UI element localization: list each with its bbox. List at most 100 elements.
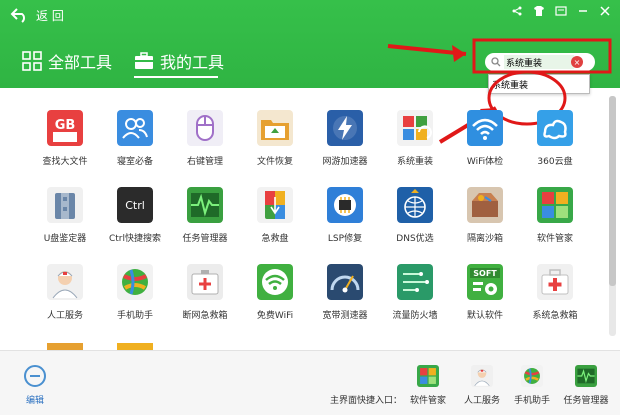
- tool-item[interactable]: 寝室必备: [100, 110, 170, 180]
- back-label: 返 回: [36, 8, 64, 23]
- folder-icon: [257, 110, 293, 146]
- quick-entry-label: 软件管家: [409, 396, 446, 406]
- medkit-icon: [537, 264, 573, 300]
- tool-item[interactable]: 人工服务: [30, 264, 100, 334]
- skin-icon[interactable]: [528, 2, 550, 20]
- tool-item[interactable]: SOFT 默认软件: [450, 264, 520, 334]
- quick-entry-item[interactable]: 手机助手: [502, 365, 562, 406]
- pulse-icon: [575, 365, 597, 387]
- quick-entry-label: 任务管理器: [563, 396, 609, 406]
- search-input[interactable]: [504, 55, 574, 69]
- tool-item[interactable]: 右键管理: [170, 110, 240, 180]
- quick-entry-item[interactable]: 软件管家: [398, 365, 458, 406]
- tool-item[interactable]: 宽带测速器: [310, 264, 380, 334]
- scrollbar[interactable]: [609, 96, 616, 336]
- tool-label: 流量防火墙: [392, 311, 438, 321]
- mouse-icon: [187, 110, 223, 146]
- share-icon[interactable]: [506, 2, 528, 20]
- tool-item[interactable]: 系统急救箱: [520, 264, 590, 334]
- users-icon: [117, 110, 153, 146]
- windows-icon: [397, 110, 433, 146]
- tab-label: 全部工具: [48, 53, 113, 72]
- wifi-icon: [467, 110, 503, 146]
- tool-label: 360云盘: [537, 157, 573, 167]
- doctor-icon: [47, 264, 83, 300]
- ctrl-key-icon: Ctrl: [117, 187, 153, 223]
- tool-item[interactable]: 软件管家: [520, 187, 590, 257]
- lightning-icon: [327, 110, 363, 146]
- tool-label: 断网急救箱: [182, 311, 228, 321]
- tab-all-tools[interactable]: 全部工具: [22, 48, 112, 74]
- window-controls: [506, 2, 616, 20]
- tool-item-partial: [117, 343, 153, 350]
- tool-label: 右键管理: [186, 157, 223, 167]
- tool-item[interactable]: 文件恢复: [240, 110, 310, 180]
- ball-icon: [117, 264, 153, 300]
- app-window: 返 回 全部工具 我的工具 系统重装 × 系统重装 GB 查找大文件 寝室必备 …: [0, 0, 620, 415]
- ball-icon: [521, 365, 543, 387]
- tool-item-partial: [47, 343, 83, 350]
- tool-label: 查找大文件: [42, 157, 88, 167]
- clear-search-icon[interactable]: ×: [571, 56, 583, 68]
- tool-item[interactable]: 任务管理器: [170, 187, 240, 257]
- tool-item[interactable]: 系统重装: [380, 110, 450, 180]
- tool-item[interactable]: 免费WiFi: [240, 264, 310, 334]
- tool-item[interactable]: WiFi体检: [450, 110, 520, 180]
- search-suggestion[interactable]: 系统重装: [488, 74, 590, 94]
- tool-item[interactable]: 360云盘: [520, 110, 590, 180]
- minus-circle-icon: [24, 365, 46, 387]
- cloud-icon: [537, 110, 573, 146]
- doctor-icon: [471, 365, 493, 387]
- active-tab-underline: [134, 76, 218, 78]
- tool-item[interactable]: 急救盘: [240, 187, 310, 257]
- search-box[interactable]: ×: [485, 53, 595, 71]
- tool-label: DNS优选: [396, 234, 434, 244]
- tool-label: 免费WiFi: [256, 311, 294, 321]
- back-button[interactable]: 返 回: [10, 6, 64, 24]
- tool-item[interactable]: 断网急救箱: [170, 264, 240, 334]
- tool-label: 文件恢复: [256, 157, 293, 167]
- globe-icon: [397, 187, 433, 223]
- tab-label: 我的工具: [160, 53, 225, 72]
- grid-icon: [22, 51, 42, 71]
- back-arrow-icon: [10, 8, 25, 23]
- tool-label: 默认软件: [466, 311, 503, 321]
- tool-label: 软件管家: [536, 234, 573, 244]
- soft-icon: SOFT: [467, 264, 503, 300]
- tool-label: 寝室必备: [116, 157, 153, 167]
- tool-item[interactable]: 隔离沙箱: [450, 187, 520, 257]
- usb-check-icon: [47, 187, 83, 223]
- tool-label: 手机助手: [116, 311, 153, 321]
- quick-entry-item[interactable]: 任务管理器: [556, 365, 616, 406]
- tool-item[interactable]: 手机助手: [100, 264, 170, 334]
- apps-icon: [417, 365, 439, 387]
- tool-item[interactable]: GB 查找大文件: [30, 110, 100, 180]
- minimize-icon[interactable]: [572, 2, 594, 20]
- tool-item[interactable]: U盘鉴定器: [30, 187, 100, 257]
- apps-icon: [537, 187, 573, 223]
- tool-item[interactable]: DNS优选: [380, 187, 450, 257]
- tool-item[interactable]: LSP修复: [310, 187, 380, 257]
- quick-entry-label: 主界面快捷入口：: [330, 396, 403, 406]
- tab-my-tools[interactable]: 我的工具: [134, 48, 224, 74]
- tool-item[interactable]: Ctrl Ctrl快捷搜索: [100, 187, 170, 257]
- tool-label: 隔离沙箱: [466, 234, 503, 244]
- edit-button[interactable]: 编辑: [22, 365, 48, 406]
- speed-icon: [327, 264, 363, 300]
- tool-label: 宽带测速器: [322, 311, 368, 321]
- tool-label: 人工服务: [46, 311, 83, 321]
- tool-item[interactable]: 网游加速器: [310, 110, 380, 180]
- scroll-thumb[interactable]: [609, 96, 616, 286]
- menu-icon[interactable]: [550, 2, 572, 20]
- tool-label: 系统急救箱: [532, 311, 578, 321]
- svg-text:GB: GB: [55, 118, 76, 133]
- quick-entry-label: 人工服务: [463, 396, 500, 406]
- bottom-bar: 编辑 主界面快捷入口： 软件管家 人工服务 手机助手 任务管理器: [0, 350, 620, 415]
- tool-item[interactable]: 流量防火墙: [380, 264, 450, 334]
- pulse-icon: [187, 187, 223, 223]
- tool-label: 任务管理器: [182, 234, 228, 244]
- toolbox-icon: [135, 52, 153, 69]
- tool-label: 网游加速器: [322, 157, 368, 167]
- gb-file-icon: GB: [47, 110, 83, 146]
- close-icon[interactable]: [594, 2, 616, 20]
